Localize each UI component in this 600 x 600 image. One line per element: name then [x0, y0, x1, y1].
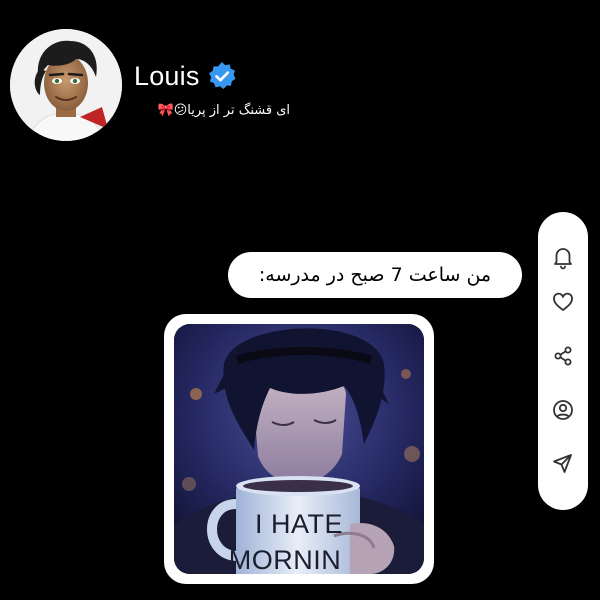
message-bubble: من ساعت 7 صبح در مدرسه:	[228, 252, 522, 298]
action-bar	[538, 212, 588, 510]
avatar-illustration	[10, 29, 122, 141]
image-card[interactable]: I HATE MORNIN	[164, 314, 434, 584]
profile-avatar[interactable]	[10, 29, 122, 141]
profile-icon[interactable]	[550, 397, 576, 423]
profile-name[interactable]: Louis	[134, 60, 200, 92]
mug-text-line-2: MORNIN	[228, 545, 342, 574]
verified-badge-icon	[206, 60, 238, 92]
share-icon[interactable]	[550, 343, 576, 369]
profile-name-row: Louis	[134, 60, 238, 92]
screen: Louis ای قشنگ تر از پریا😕🎀 من ساعت 7 صبح…	[0, 0, 600, 600]
heart-icon[interactable]	[550, 289, 576, 315]
message-text: من ساعت 7 صبح در مدرسه:	[258, 264, 492, 286]
bell-icon[interactable]	[550, 244, 576, 270]
mug-text-line-1: I HATE	[254, 509, 343, 539]
profile-bio: ای قشنگ تر از پریا😕🎀	[157, 103, 290, 118]
meme-image: I HATE MORNIN	[174, 324, 424, 574]
send-icon[interactable]	[550, 450, 576, 476]
